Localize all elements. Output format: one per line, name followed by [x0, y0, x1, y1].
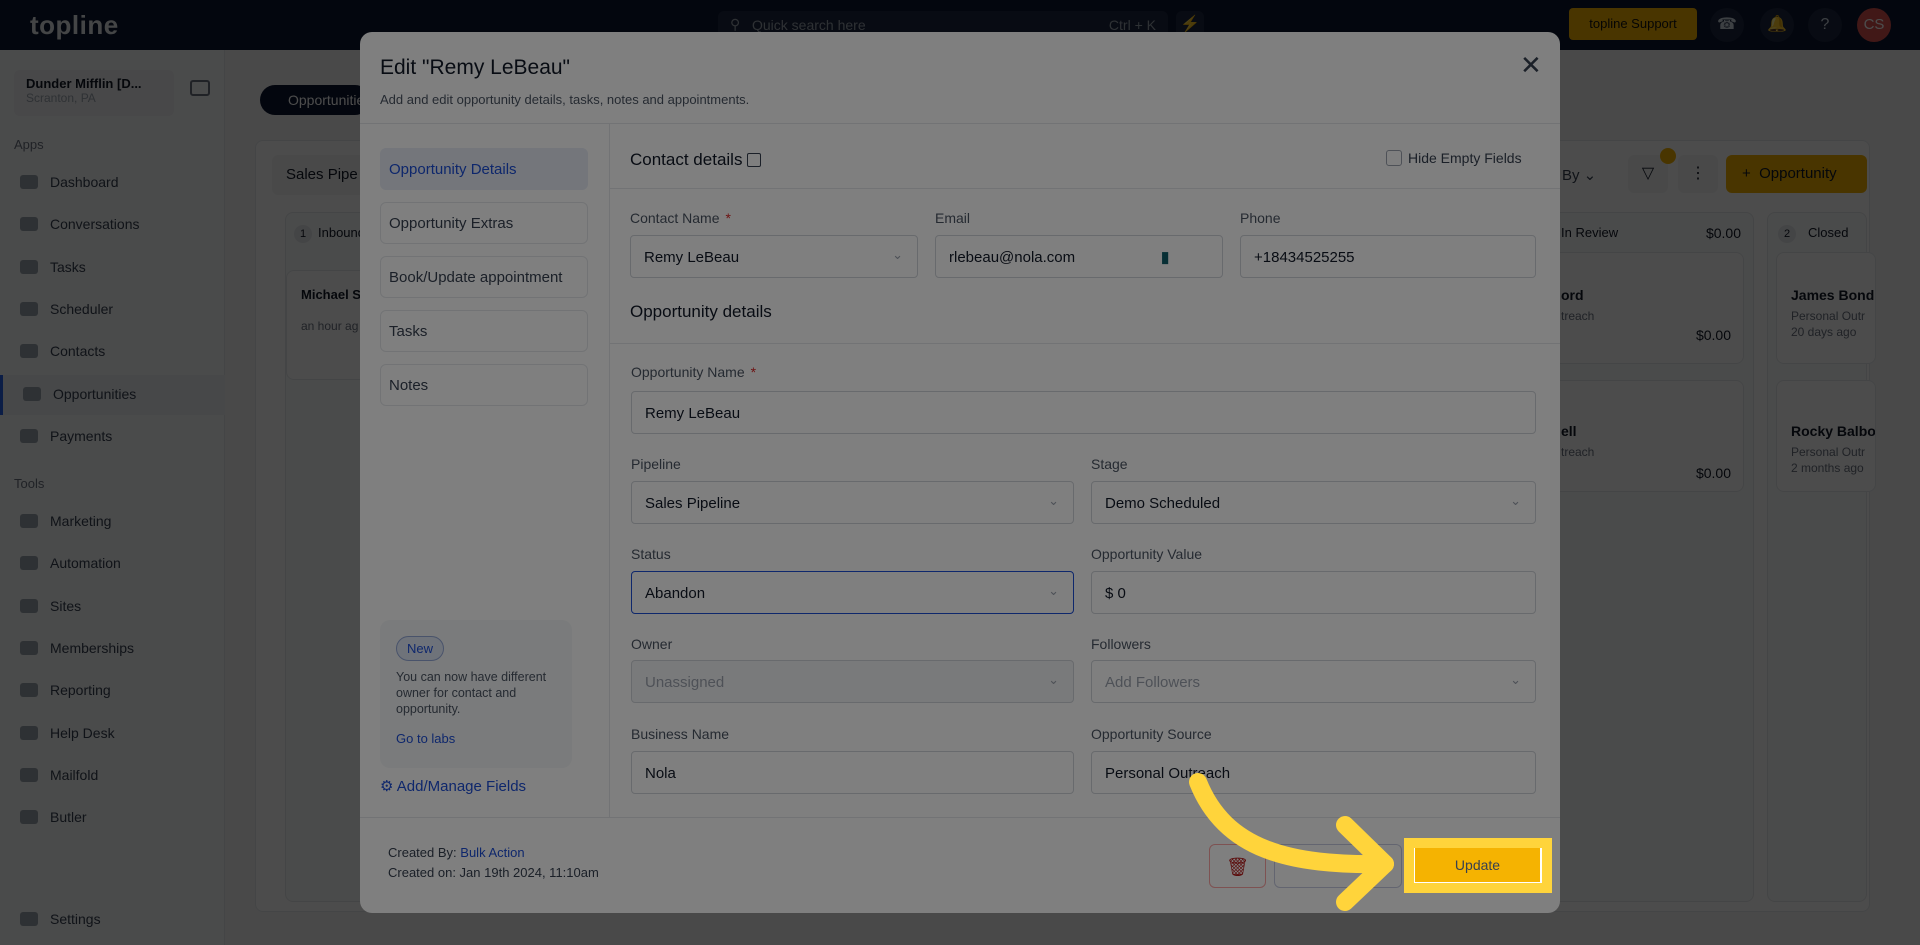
arrow-shaft [1189, 773, 1394, 874]
arrow-annotation [1189, 773, 1394, 911]
